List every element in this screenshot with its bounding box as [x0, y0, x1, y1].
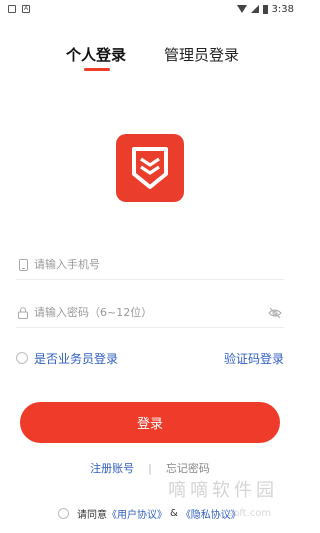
eye-off-icon[interactable] — [268, 305, 282, 319]
app-notification-icon: A — [22, 5, 30, 13]
status-bar: A 3:38 — [0, 0, 300, 18]
phone-input[interactable] — [34, 258, 284, 271]
wifi-icon — [236, 5, 247, 13]
tab-active-indicator — [84, 68, 110, 71]
agreement-amp: & — [170, 508, 178, 519]
image-notification-icon — [8, 5, 16, 13]
login-options: 是否业务员登录 验证码登录 — [16, 348, 284, 368]
tab-admin-login[interactable]: 管理员登录 — [164, 44, 239, 65]
user-agreement-link[interactable]: 《用户协议》 — [107, 506, 167, 521]
register-link[interactable]: 注册账号 — [90, 460, 134, 476]
login-button[interactable]: 登录 — [20, 402, 280, 443]
phone-icon — [16, 258, 30, 272]
password-input[interactable] — [34, 306, 284, 319]
notification-icons: A — [8, 5, 30, 13]
salesman-login-label: 是否业务员登录 — [34, 351, 119, 366]
watermark-text: 嘀嘀软件园 — [168, 480, 278, 501]
account-links: 注册账号 | 忘记密码 — [0, 460, 300, 476]
salesman-radio[interactable] — [16, 352, 28, 364]
status-indicators: 3:38 — [236, 3, 294, 15]
phone-field — [16, 250, 284, 280]
privacy-link[interactable]: 《隐私协议》 — [181, 506, 241, 521]
code-login-link[interactable]: 验证码登录 — [224, 350, 284, 367]
link-separator: | — [148, 461, 152, 475]
lock-icon — [16, 306, 30, 320]
salesman-login-toggle[interactable]: 是否业务员登录 — [16, 350, 118, 367]
tab-personal-login[interactable]: 个人登录 — [66, 44, 126, 65]
agreement: 请同意 《用户协议》 & 《隐私协议》 — [58, 506, 241, 521]
agree-checkbox[interactable] — [58, 508, 69, 519]
app-logo — [116, 134, 184, 202]
forgot-password-link[interactable]: 忘记密码 — [166, 460, 210, 476]
login-tabs: 个人登录 管理员登录 — [0, 44, 300, 74]
status-time: 3:38 — [271, 3, 294, 15]
signal-icon — [250, 5, 259, 13]
password-field — [16, 298, 284, 328]
battery-icon — [262, 4, 268, 14]
agreement-prefix: 请同意 — [77, 510, 107, 521]
shield-logo-icon — [132, 147, 168, 189]
